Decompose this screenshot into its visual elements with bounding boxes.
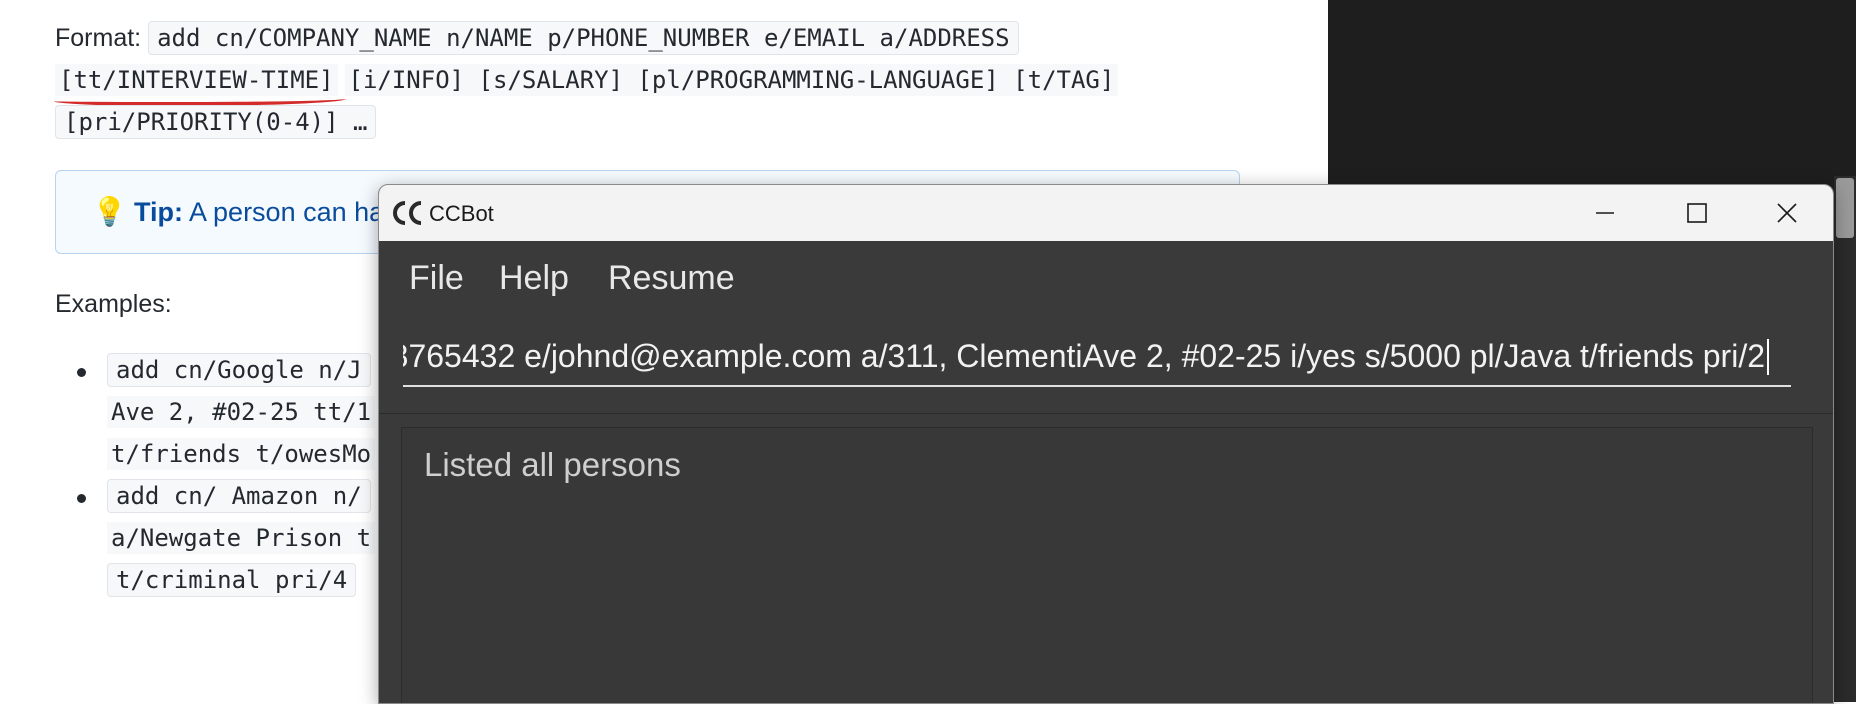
menu-help[interactable]: Help — [499, 259, 569, 298]
result-message: Listed all persons — [424, 446, 681, 483]
examples-label: Examples: — [55, 290, 172, 318]
minimize-button[interactable] — [1559, 185, 1651, 241]
format-line-1: Format: add cn/COMPANY_NAME n/NAME p/PHO… — [55, 21, 1019, 55]
scrollbar-track[interactable] — [1834, 176, 1856, 702]
format-label: Format: — [55, 24, 142, 52]
bullet — [77, 494, 86, 503]
window-title: CCBot — [429, 201, 494, 226]
ccbot-logo-icon — [393, 201, 422, 225]
tip-label: Tip: — [134, 197, 183, 227]
format-code-3: [pri/PRIORITY(0-4)] … — [55, 105, 377, 139]
maximize-icon — [1687, 203, 1707, 223]
command-box: add cn/Google n/John Doe p/98765432 e/jo… — [379, 313, 1833, 414]
menu-bar: File Help Resume — [379, 241, 1833, 314]
format-line-2: [tt/INTERVIEW-TIME] [i/INFO] [s/SALARY] … — [55, 64, 1119, 96]
example-1-line-2: Ave 2, #02-25 tt/1 — [107, 396, 376, 428]
example-2-line-2: a/Newgate Prison t — [107, 522, 376, 554]
ccbot-window: CCBot File Help Resume add cn/Google n/J… — [378, 184, 1834, 704]
menu-file[interactable]: File — [409, 259, 464, 298]
tip-text: A person can ha — [189, 197, 385, 227]
close-icon — [1777, 203, 1797, 223]
title-bar[interactable]: CCBot — [379, 185, 1833, 241]
command-input[interactable]: add cn/Google n/John Doe p/98765432 e/jo… — [403, 327, 1791, 387]
minimize-icon — [1596, 212, 1614, 214]
close-button[interactable] — [1741, 185, 1833, 241]
scrollbar-thumb[interactable] — [1836, 178, 1854, 238]
bullet — [77, 368, 86, 377]
result-display[interactable]: Listed all persons — [401, 427, 1813, 703]
example-1-line-3: t/friends t/owesMo — [107, 438, 376, 470]
example-1-line-1: add cn/Google n/J — [107, 353, 371, 387]
command-input-text: add cn/Google n/John Doe p/98765432 e/jo… — [403, 338, 1765, 374]
example-2-line-3: t/criminal pri/4 — [107, 563, 357, 597]
interview-time-param: [tt/INTERVIEW-TIME] — [55, 64, 338, 96]
text-caret — [1767, 339, 1769, 375]
format-line-3: [pri/PRIORITY(0-4)] … — [55, 105, 377, 139]
format-code-2: [i/INFO] [s/SALARY] [pl/PROGRAMMING-LANG… — [344, 64, 1119, 96]
maximize-button[interactable] — [1651, 185, 1743, 241]
lightbulb-icon: 💡 — [92, 196, 127, 227]
format-code-1: add cn/COMPANY_NAME n/NAME p/PHONE_NUMBE… — [148, 21, 1019, 55]
menu-resume[interactable]: Resume — [608, 259, 735, 298]
example-2-line-1: add cn/ Amazon n/ — [107, 479, 371, 513]
